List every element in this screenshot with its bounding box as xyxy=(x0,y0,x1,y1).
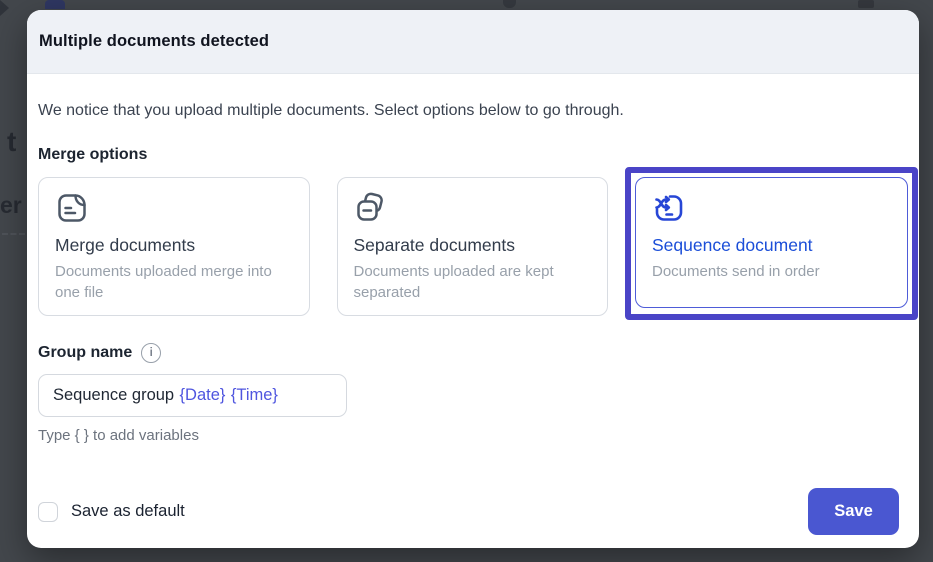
group-name-value: Sequence group xyxy=(53,386,174,405)
background-icon xyxy=(503,0,516,8)
group-name-row: Group name i xyxy=(38,343,908,363)
card-description: Documents send in order xyxy=(652,261,891,282)
card-description: Documents uploaded are kept separated xyxy=(354,261,592,303)
variables-hint: Type { } to add variables xyxy=(38,427,908,444)
card-description: Documents uploaded merge into one file xyxy=(55,261,293,303)
modal-title: Multiple documents detected xyxy=(39,32,269,51)
merge-options-label: Merge options xyxy=(38,146,908,164)
modal-footer: Save as default Save xyxy=(38,488,899,535)
background-icon xyxy=(858,0,874,8)
card-title: Separate documents xyxy=(354,235,592,256)
background-logo xyxy=(45,0,65,9)
sequence-document-icon xyxy=(652,191,891,227)
background-text-fragment: er xyxy=(0,192,22,219)
merge-options-cards: Merge documents Documents uploaded merge… xyxy=(38,177,908,316)
date-variable-token: {Date} xyxy=(180,386,226,405)
background-arrow-icon xyxy=(0,0,9,16)
modal-description: We notice that you upload multiple docum… xyxy=(38,102,908,120)
modal-header: Multiple documents detected xyxy=(27,10,919,74)
group-name-input[interactable]: Sequence group {Date} {Time} xyxy=(38,374,347,417)
sequence-document-card-wrapper: Sequence document Documents send in orde… xyxy=(635,177,908,308)
save-as-default-checkbox[interactable] xyxy=(38,502,58,522)
time-variable-token: {Time} xyxy=(231,386,278,405)
background-divider xyxy=(2,233,25,235)
merge-document-icon xyxy=(55,191,293,227)
background-text-fragment: t xyxy=(7,126,16,158)
multiple-documents-modal: Multiple documents detected We notice th… xyxy=(27,10,919,548)
save-as-default-option[interactable]: Save as default xyxy=(38,502,185,522)
separate-documents-icon xyxy=(354,191,592,227)
group-name-label: Group name xyxy=(38,344,132,362)
card-title: Sequence document xyxy=(652,235,891,256)
sequence-document-card[interactable]: Sequence document Documents send in orde… xyxy=(635,177,908,308)
separate-documents-card[interactable]: Separate documents Documents uploaded ar… xyxy=(337,177,609,316)
info-icon[interactable]: i xyxy=(141,343,161,363)
save-button[interactable]: Save xyxy=(808,488,899,535)
merge-documents-card[interactable]: Merge documents Documents uploaded merge… xyxy=(38,177,310,316)
card-title: Merge documents xyxy=(55,235,293,256)
save-as-default-label: Save as default xyxy=(71,502,185,521)
modal-body: We notice that you upload multiple docum… xyxy=(27,102,919,444)
